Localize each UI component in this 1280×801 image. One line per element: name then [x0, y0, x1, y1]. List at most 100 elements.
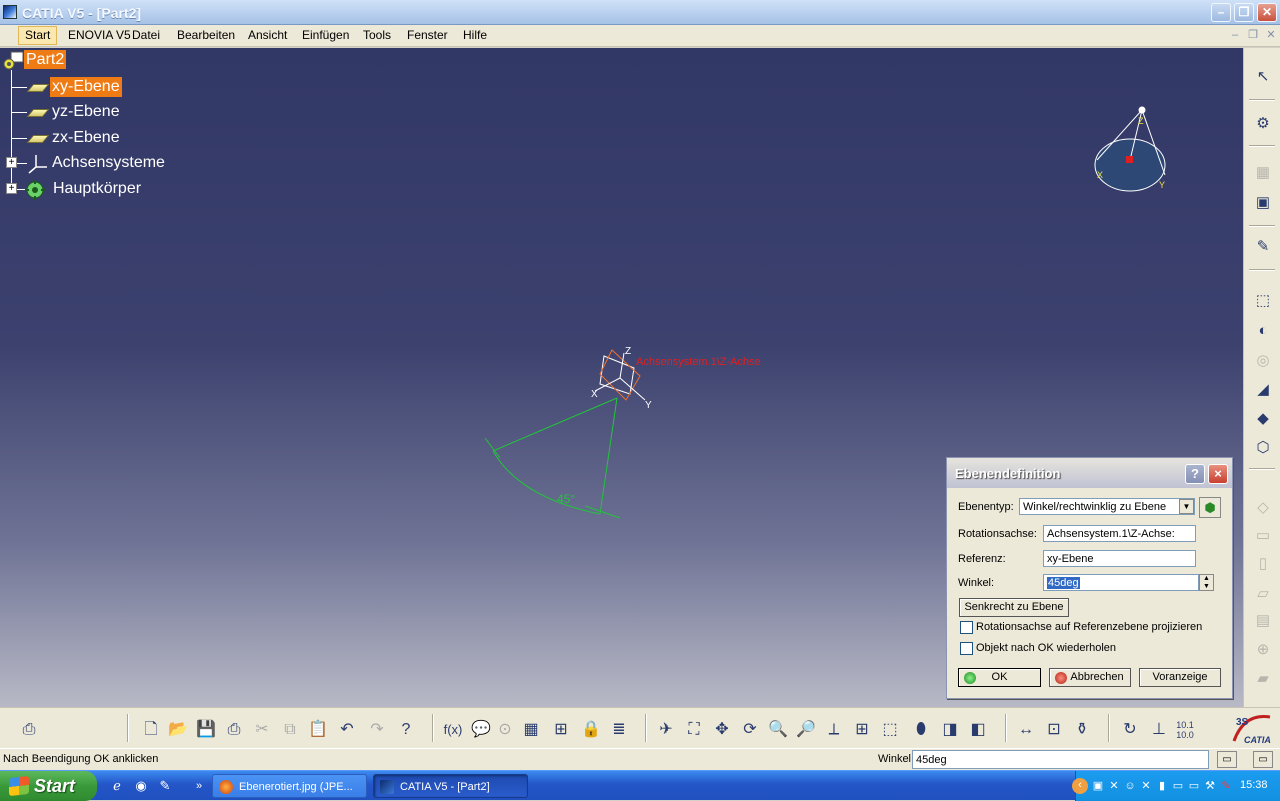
- table-icon[interactable]: ▦: [520, 719, 542, 741]
- save-icon[interactable]: 💾: [195, 719, 217, 741]
- firefox-quicklaunch-icon[interactable]: ◉: [132, 777, 150, 795]
- minimize-button[interactable]: –: [1211, 3, 1231, 22]
- menu-start[interactable]: Start: [18, 26, 58, 45]
- thumbwheel-icon[interactable]: ⊙: [494, 719, 516, 741]
- command-toggle-button[interactable]: ▭: [1217, 751, 1237, 768]
- chevron-down-icon[interactable]: ▼: [1179, 499, 1194, 514]
- tray-expand-icon[interactable]: ‹: [1072, 778, 1088, 794]
- tree-graph-icon[interactable]: ⊞: [550, 719, 572, 741]
- scale-icon[interactable]: ▰: [1253, 669, 1273, 689]
- menu-datei[interactable]: Datei: [132, 28, 160, 42]
- axis-system-tool-icon[interactable]: ⊥: [1148, 719, 1170, 741]
- render-style-icon[interactable]: ⬮: [910, 719, 932, 741]
- dialog-close-button[interactable]: ×: [1208, 464, 1228, 484]
- measure-between-icon[interactable]: ↔: [1015, 719, 1037, 741]
- menu-ansicht[interactable]: Ansicht: [248, 28, 287, 42]
- doc-minimize-button[interactable]: –: [1228, 29, 1242, 41]
- split-icon[interactable]: ◇: [1253, 498, 1273, 518]
- print-icon[interactable]: ⎙: [223, 719, 245, 741]
- param-input[interactable]: [912, 750, 1209, 769]
- angle-spinner[interactable]: ▲ ▼: [1199, 574, 1214, 591]
- hole-icon[interactable]: ◎: [1253, 351, 1273, 371]
- tool-icon[interactable]: ⚒: [1203, 779, 1217, 793]
- reference-element-icon[interactable]: ▣: [1253, 193, 1273, 213]
- taskbar-item-catia[interactable]: CATIA V5 - [Part2]: [373, 774, 528, 798]
- cut-icon[interactable]: ✂: [251, 719, 273, 741]
- messenger-icon[interactable]: ☺: [1123, 779, 1137, 793]
- repeat-checkbox[interactable]: [960, 642, 973, 655]
- menu-hilfe[interactable]: Hilfe: [463, 28, 487, 42]
- monitor-icon[interactable]: ▭: [1171, 779, 1185, 793]
- taskbar-item-image[interactable]: Ebenerotiert.jpg (JPE...: [212, 774, 367, 798]
- project-checkbox[interactable]: [960, 621, 973, 634]
- doc-close-button[interactable]: ✕: [1264, 29, 1278, 41]
- copy-icon[interactable]: ⧉: [279, 719, 301, 741]
- menu-fenster[interactable]: Fenster: [407, 28, 448, 42]
- security-icon[interactable]: ✕: [1139, 779, 1153, 793]
- plane-tool-icon[interactable]: ▦: [1253, 163, 1273, 183]
- ok-button[interactable]: OK: [958, 668, 1041, 687]
- select-arrow-icon[interactable]: ↖: [1253, 67, 1273, 87]
- rotation-axis-field[interactable]: Achsensystem.1\Z-Achse:: [1043, 525, 1196, 542]
- perpendicular-button[interactable]: Senkrecht zu Ebene: [959, 598, 1069, 617]
- pad-icon[interactable]: ⬚: [1253, 291, 1273, 311]
- help-button[interactable]: ?: [1185, 464, 1205, 484]
- fillet-icon[interactable]: ◢: [1253, 380, 1273, 400]
- normal-view-icon[interactable]: ⟂: [823, 719, 845, 741]
- doc-restore-button[interactable]: ❐: [1246, 29, 1260, 41]
- settings-gear-icon[interactable]: ⚙: [1253, 114, 1273, 134]
- formula-icon[interactable]: f(x): [442, 719, 464, 741]
- status-options-button[interactable]: ▭: [1253, 751, 1273, 768]
- rotate-icon[interactable]: ⟳: [739, 719, 761, 741]
- hide-show-icon[interactable]: ◨: [939, 719, 961, 741]
- pattern-icon[interactable]: ▤: [1253, 611, 1273, 631]
- tool-quicklaunch-icon[interactable]: ✎: [156, 777, 174, 795]
- knowledge-icon[interactable]: ≣: [608, 719, 630, 741]
- dialog-title-bar[interactable]: Ebenendefinition ? ×: [947, 458, 1232, 488]
- close-surface-icon[interactable]: ▯: [1253, 554, 1273, 574]
- menu-einfuegen[interactable]: Einfügen: [302, 28, 349, 42]
- shell-icon[interactable]: ⬡: [1253, 438, 1273, 458]
- zoom-out-icon[interactable]: 🔎: [795, 719, 817, 741]
- update-icon[interactable]: ↻: [1119, 719, 1141, 741]
- undo-icon[interactable]: ↶: [336, 719, 358, 741]
- menu-bearbeiten[interactable]: Bearbeiten: [177, 28, 235, 42]
- ie-quicklaunch-icon[interactable]: ℯ: [108, 777, 126, 795]
- more-quicklaunch-icon[interactable]: »: [190, 777, 208, 795]
- whats-this-icon[interactable]: ?: [395, 719, 417, 741]
- cancel-button[interactable]: Abbrechen: [1049, 668, 1131, 687]
- paste-icon[interactable]: 📋: [307, 719, 329, 741]
- maximize-button[interactable]: ❐: [1234, 3, 1254, 22]
- network-icon[interactable]: ▣: [1091, 779, 1105, 793]
- shaft-icon[interactable]: ◐: [1253, 321, 1273, 341]
- battery-icon[interactable]: ▮: [1155, 779, 1169, 793]
- zoom-in-icon[interactable]: 🔍: [767, 719, 789, 741]
- menu-tools[interactable]: Tools: [363, 28, 391, 42]
- menu-enovia[interactable]: ENOVIA V5: [68, 28, 131, 42]
- sew-surface-icon[interactable]: ▱: [1253, 584, 1273, 604]
- alert-icon[interactable]: ✕: [1107, 779, 1121, 793]
- open-folder-icon[interactable]: 📂: [167, 719, 189, 741]
- box-icon[interactable]: ◆: [1253, 409, 1273, 429]
- sketcher-icon[interactable]: ✎: [1253, 237, 1273, 257]
- reference-field[interactable]: xy-Ebene: [1043, 550, 1196, 567]
- close-button[interactable]: ✕: [1257, 3, 1277, 22]
- preview-button[interactable]: Voranzeige: [1139, 668, 1221, 687]
- new-file-icon[interactable]: 🗋: [140, 719, 162, 741]
- iso-view-icon[interactable]: ⬚: [879, 719, 901, 741]
- compass-widget[interactable]: [1094, 106, 1166, 192]
- lock-icon[interactable]: 🔒: [580, 719, 602, 741]
- antivirus-icon[interactable]: ✎: [1219, 779, 1233, 793]
- redo-icon[interactable]: ↷: [366, 719, 388, 741]
- swap-space-icon[interactable]: ◧: [967, 719, 989, 741]
- comment-icon[interactable]: 💬: [470, 719, 492, 741]
- mirror-icon[interactable]: ⊕: [1253, 640, 1273, 660]
- pan-icon[interactable]: ✥: [711, 719, 733, 741]
- workbench-icon[interactable]: ⎙: [18, 719, 40, 741]
- display-icon[interactable]: ▭: [1187, 779, 1201, 793]
- ratio-icon[interactable]: 10.1 10.0: [1174, 720, 1196, 742]
- measure-item-icon[interactable]: ⊡: [1043, 719, 1065, 741]
- fly-mode-icon[interactable]: ✈: [655, 719, 677, 741]
- angle-field[interactable]: 45deg: [1043, 574, 1199, 591]
- fit-all-icon[interactable]: ⛶: [683, 719, 705, 741]
